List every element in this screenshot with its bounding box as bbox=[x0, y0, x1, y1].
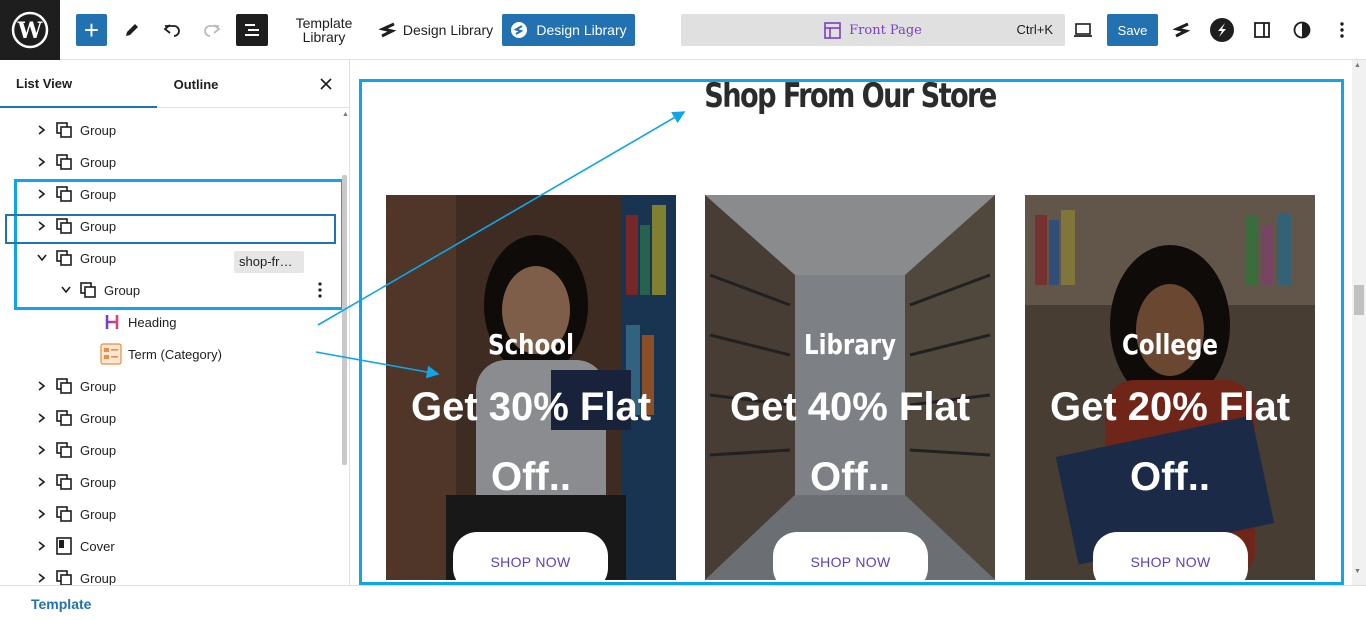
stackable-settings-icon[interactable] bbox=[1166, 14, 1198, 46]
settings-sidebar-icon[interactable] bbox=[1246, 14, 1278, 46]
redo-icon[interactable] bbox=[196, 14, 228, 46]
list-item-heading[interactable]: Heading bbox=[0, 306, 340, 338]
shop-now-button-school[interactable]: SHOP NOW bbox=[453, 532, 608, 592]
list-item-term[interactable]: Term (Category) bbox=[0, 338, 340, 370]
card-title-college: College bbox=[1122, 328, 1218, 361]
heading-block-icon bbox=[103, 313, 121, 331]
save-button[interactable]: Save bbox=[1107, 14, 1158, 46]
scroll-up-icon[interactable]: ▲ bbox=[342, 111, 349, 118]
list-item-label: Group bbox=[80, 571, 117, 586]
card-offer-line2-library: Off.. bbox=[810, 455, 890, 499]
add-block-button[interactable]: + bbox=[76, 14, 107, 46]
chevron-right-icon[interactable] bbox=[36, 508, 48, 520]
selection-highlight-outer bbox=[14, 179, 344, 310]
list-item-group[interactable]: Group bbox=[0, 370, 340, 402]
breadcrumb-template[interactable]: Template bbox=[31, 596, 91, 612]
styles-contrast-icon[interactable] bbox=[1286, 14, 1318, 46]
group-block-icon bbox=[55, 441, 73, 459]
list-item-label: Group bbox=[80, 475, 117, 490]
shop-now-button-college[interactable]: SHOP NOW bbox=[1093, 532, 1248, 592]
chevron-right-icon[interactable] bbox=[36, 444, 48, 456]
list-item-group[interactable]: Group bbox=[0, 498, 340, 530]
chevron-right-icon[interactable] bbox=[36, 540, 48, 552]
more-options-icon[interactable] bbox=[1326, 14, 1358, 46]
design-library-button[interactable]: Design Library bbox=[376, 14, 496, 46]
document-overview-button[interactable] bbox=[236, 14, 268, 46]
svg-text:W: W bbox=[17, 18, 43, 44]
undo-icon[interactable] bbox=[156, 14, 188, 46]
group-block-icon bbox=[55, 473, 73, 491]
spectra-icon[interactable] bbox=[1206, 14, 1238, 46]
term-block-icon bbox=[100, 343, 122, 365]
command-shortcut: Ctrl+K bbox=[1016, 22, 1053, 37]
group-block-icon bbox=[55, 121, 73, 139]
list-item-group[interactable]: Group bbox=[0, 114, 340, 146]
design-library-label: Design Library bbox=[402, 22, 494, 38]
tab-outline[interactable]: Outline bbox=[157, 60, 235, 108]
row-options-icon[interactable] bbox=[307, 280, 333, 300]
list-item-label: Cover bbox=[80, 539, 115, 554]
command-title: Front Page bbox=[849, 22, 922, 38]
list-item-label: Heading bbox=[128, 315, 177, 330]
device-preview-icon[interactable] bbox=[1067, 14, 1099, 46]
group-block-icon bbox=[55, 153, 73, 171]
template-library-line2: Library bbox=[302, 29, 346, 45]
group-block-icon bbox=[55, 505, 73, 523]
design-library-primary-button[interactable]: Design Library bbox=[502, 14, 635, 46]
template-library-button[interactable]: Template Library bbox=[290, 14, 358, 46]
card-offer-line1-library: Get 40% Flat bbox=[729, 385, 971, 429]
design-library-primary-label: Design Library bbox=[536, 22, 627, 38]
group-block-icon bbox=[55, 377, 73, 395]
list-item-group[interactable]: Group bbox=[0, 402, 340, 434]
cover-block-icon bbox=[55, 537, 73, 555]
chevron-right-icon[interactable] bbox=[36, 380, 48, 392]
card-offer-line1-college: Get 20% Flat bbox=[1049, 385, 1291, 429]
chevron-right-icon[interactable] bbox=[36, 476, 48, 488]
wordpress-logo-icon[interactable]: W bbox=[0, 0, 60, 60]
list-item-label: Group bbox=[80, 379, 117, 394]
list-item-label: Group bbox=[80, 411, 117, 426]
shop-now-button-library[interactable]: SHOP NOW bbox=[773, 532, 928, 592]
chevron-right-icon[interactable] bbox=[36, 156, 48, 168]
list-item-group[interactable]: Group bbox=[0, 146, 340, 178]
stackable-icon bbox=[378, 22, 397, 38]
list-item-cover[interactable]: Cover bbox=[0, 530, 340, 562]
list-item-label: Group bbox=[80, 507, 117, 522]
stackable-circle-icon bbox=[511, 22, 528, 38]
template-library-line1: Template bbox=[295, 15, 353, 31]
list-item-label: Group bbox=[80, 123, 117, 138]
tab-list-view[interactable]: List View bbox=[0, 60, 157, 108]
editor-top-bar: W + Template Library Design Library Desig… bbox=[0, 0, 1366, 60]
card-offer-line2-college: Off.. bbox=[1130, 455, 1210, 499]
sidebar-scrollbar[interactable] bbox=[342, 175, 347, 465]
list-item-label: Group bbox=[80, 155, 117, 170]
list-item-group[interactable]: Group bbox=[0, 434, 340, 466]
card-offer-line2-school: Off.. bbox=[491, 455, 571, 499]
template-layout-icon bbox=[824, 21, 841, 39]
canvas-scroll-up-icon[interactable]: ▲ bbox=[1354, 62, 1361, 69]
canvas-scrollbar[interactable] bbox=[1352, 60, 1366, 585]
editor-footer: Template bbox=[0, 585, 1366, 620]
close-icon[interactable] bbox=[316, 74, 336, 94]
card-offer-line1-school: Get 30% Flat bbox=[410, 385, 652, 429]
list-item-label: Group bbox=[80, 443, 117, 458]
card-title-library: Library bbox=[803, 328, 897, 361]
command-palette-bar[interactable]: Front Page Ctrl+K bbox=[681, 14, 1065, 46]
list-item-group[interactable]: Group bbox=[0, 466, 340, 498]
card-title-school: School bbox=[488, 328, 574, 361]
shop-heading[interactable]: Shop From Our Store bbox=[682, 76, 1018, 116]
chevron-right-icon[interactable] bbox=[36, 124, 48, 136]
group-block-icon bbox=[55, 409, 73, 427]
chevron-right-icon[interactable] bbox=[36, 412, 48, 424]
canvas-scroll-down-icon[interactable]: ▼ bbox=[1354, 568, 1361, 575]
sidebar-tabs: List View Outline bbox=[0, 60, 349, 108]
pencil-icon[interactable] bbox=[116, 14, 148, 46]
canvas-scroll-thumb[interactable] bbox=[1354, 285, 1364, 315]
selection-highlight-inner bbox=[5, 214, 336, 244]
chevron-right-icon[interactable] bbox=[36, 572, 48, 584]
list-item-label: Term (Category) bbox=[128, 347, 222, 362]
